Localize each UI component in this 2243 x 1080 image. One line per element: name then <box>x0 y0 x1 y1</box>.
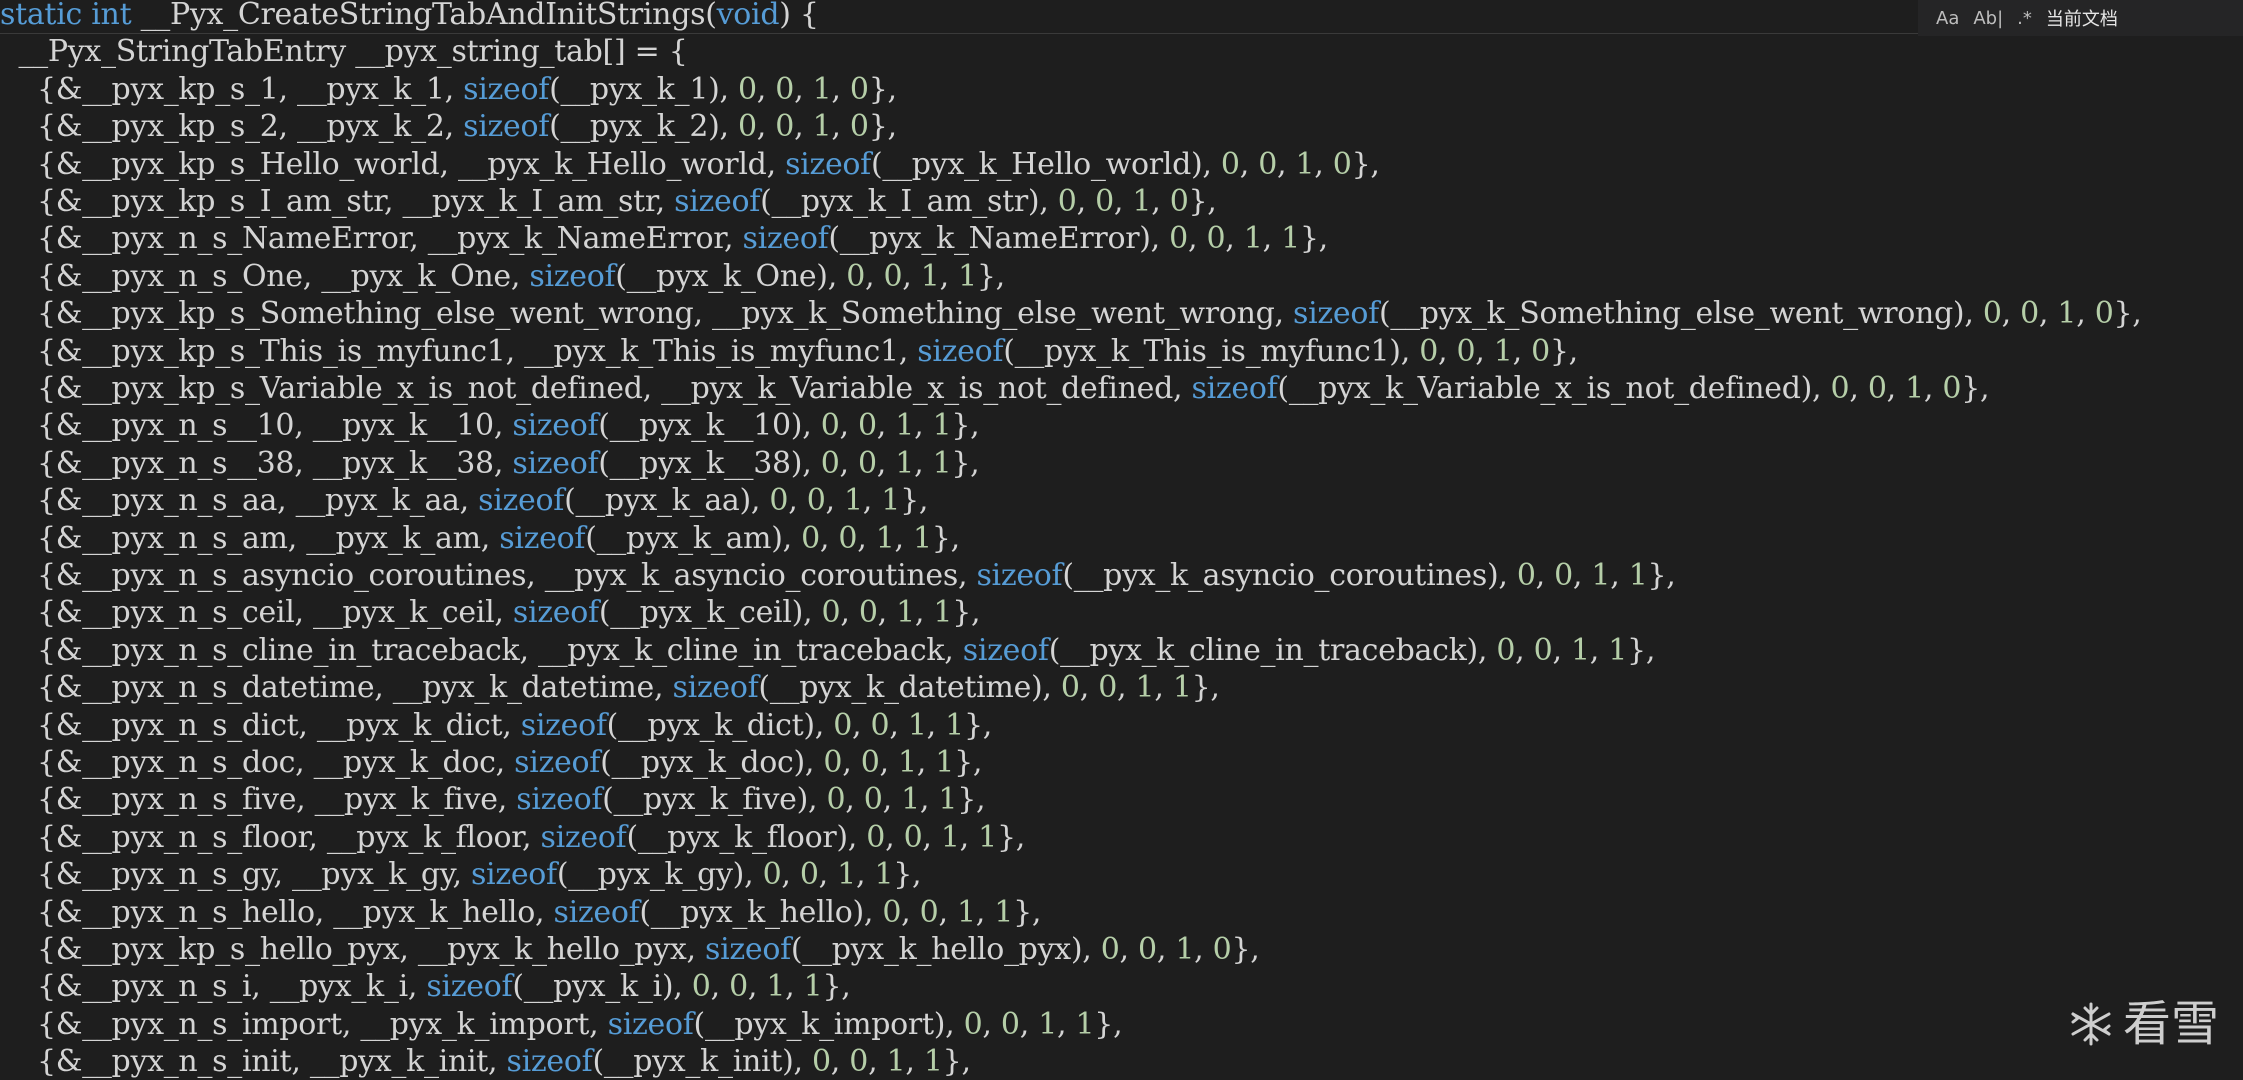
code-line[interactable]: {&__pyx_n_s_five, __pyx_k_five, sizeof(_… <box>0 781 986 818</box>
code-line[interactable]: static int __Pyx_CreateStringTabAndInitS… <box>0 0 1923 34</box>
code-line[interactable]: {&__pyx_kp_s_This_is_myfunc1, __pyx_k_Th… <box>0 333 1578 370</box>
code-line[interactable]: {&__pyx_n_s_datetime, __pyx_k_datetime, … <box>0 669 1220 706</box>
code-line[interactable]: {&__pyx_n_s_asyncio_coroutines, __pyx_k_… <box>0 557 1676 594</box>
watermark: 看雪 <box>2067 1000 2219 1048</box>
code-line[interactable]: {&__pyx_n_s_One, __pyx_k_One, sizeof(__p… <box>0 258 1005 295</box>
code-line[interactable]: {&__pyx_n_s_NameError, __pyx_k_NameError… <box>0 220 1328 257</box>
code-line[interactable]: {&__pyx_kp_s_2, __pyx_k_2, sizeof(__pyx_… <box>0 108 897 145</box>
code-line[interactable]: {&__pyx_kp_s_Something_else_went_wrong, … <box>0 295 2142 332</box>
code-line[interactable]: {&__pyx_n_s_gy, __pyx_k_gy, sizeof(__pyx… <box>0 856 922 893</box>
code-line[interactable]: {&__pyx_n_s_am, __pyx_k_am, sizeof(__pyx… <box>0 520 960 557</box>
whole-word-toggle[interactable]: Ab| <box>1973 8 2003 29</box>
watermark-text: 看雪 <box>2122 996 2219 1052</box>
snowflake-icon <box>2071 1002 2111 1046</box>
code-line[interactable]: {&__pyx_n_s_dict, __pyx_k_dict, sizeof(_… <box>0 707 992 744</box>
code-line[interactable]: {&__pyx_kp_s_1, __pyx_k_1, sizeof(__pyx_… <box>0 71 897 108</box>
code-line[interactable]: {&__pyx_kp_s_I_am_str, __pyx_k_I_am_str,… <box>0 183 1217 220</box>
code-line[interactable]: {&__pyx_n_s_i, __pyx_k_i, sizeof(__pyx_k… <box>0 968 851 1005</box>
code-line[interactable]: {&__pyx_n_s_import, __pyx_k_import, size… <box>0 1006 1123 1043</box>
code-line[interactable]: {&__pyx_n_s_doc, __pyx_k_doc, sizeof(__p… <box>0 744 982 781</box>
find-options-bar: Aa Ab| .* 当前文档 <box>1918 0 2243 36</box>
code-line[interactable]: {&__pyx_kp_s_Hello_world, __pyx_k_Hello_… <box>0 146 1380 183</box>
code-line[interactable]: {&__pyx_n_s_floor, __pyx_k_floor, sizeof… <box>0 819 1025 856</box>
code-line[interactable]: {&__pyx_kp_s_Variable_x_is_not_defined, … <box>0 370 1990 407</box>
code-line[interactable]: {&__pyx_kp_s_hello_pyx, __pyx_k_hello_py… <box>0 931 1260 968</box>
code-line[interactable]: {&__pyx_n_s_cline_in_traceback, __pyx_k_… <box>0 632 1655 669</box>
code-line[interactable]: {&__pyx_n_s_hello, __pyx_k_hello, sizeof… <box>0 894 1041 931</box>
regex-toggle[interactable]: .* <box>2017 8 2032 29</box>
code-line[interactable]: {&__pyx_n_s__10, __pyx_k__10, sizeof(__p… <box>0 407 980 444</box>
code-editor[interactable]: static int __Pyx_CreateStringTabAndInitS… <box>0 0 2243 1079</box>
search-scope-select[interactable]: 当前文档 <box>2046 5 2118 31</box>
code-line[interactable]: {&__pyx_n_s__38, __pyx_k__38, sizeof(__p… <box>0 445 980 482</box>
code-line[interactable]: __Pyx_StringTabEntry __pyx_string_tab[] … <box>0 33 687 70</box>
match-case-toggle[interactable]: Aa <box>1936 8 1959 29</box>
code-line[interactable]: {&__pyx_n_s_aa, __pyx_k_aa, sizeof(__pyx… <box>0 482 928 519</box>
code-line[interactable]: {&__pyx_n_s_init, __pyx_k_init, sizeof(_… <box>0 1043 971 1080</box>
code-line[interactable]: {&__pyx_n_s_ceil, __pyx_k_ceil, sizeof(_… <box>0 594 981 631</box>
